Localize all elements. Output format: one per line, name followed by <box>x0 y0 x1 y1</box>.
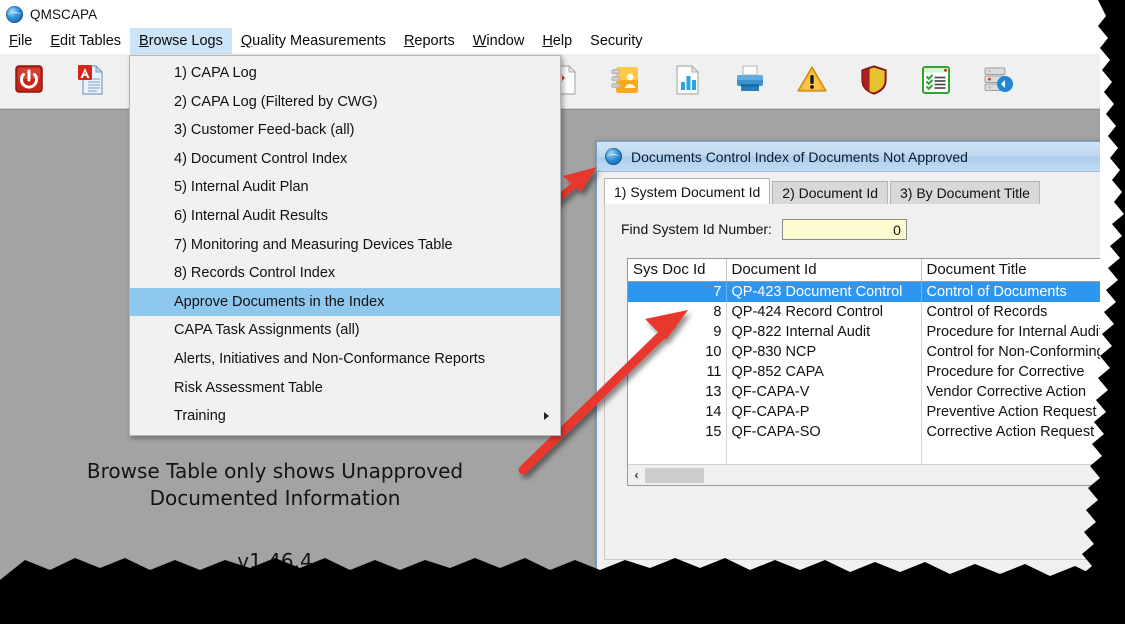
menu-item-internal-audit-results[interactable]: 6) Internal Audit Results <box>130 202 560 231</box>
menu-item-document-control-index[interactable]: 4) Document Control Index <box>130 145 560 174</box>
menu-item-capa-log-filtered[interactable]: 2) CAPA Log (Filtered by CWG) <box>130 88 560 117</box>
application-window: QMSCAPA File Edit Tables Browse Logs Qua… <box>0 0 1100 600</box>
menu-item-internal-audit-plan[interactable]: 5) Internal Audit Plan <box>130 173 560 202</box>
menu-item-training[interactable]: Training <box>130 402 560 431</box>
menu-item-capa-log[interactable]: 1) CAPA Log <box>130 59 560 88</box>
menu-item-records-control-index[interactable]: 8) Records Control Index <box>130 259 560 288</box>
browse-logs-dropdown-menu: 1) CAPA Log 2) CAPA Log (Filtered by CWG… <box>129 55 561 436</box>
submenu-chevron-right-icon <box>544 412 549 421</box>
menu-item-customer-feedback[interactable]: 3) Customer Feed-back (all) <box>130 116 560 145</box>
menu-item-risk-assessment-table[interactable]: Risk Assessment Table <box>130 374 560 403</box>
menu-item-capa-task-assignments[interactable]: CAPA Task Assignments (all) <box>130 316 560 345</box>
menu-item-monitoring-measuring-devices[interactable]: 7) Monitoring and Measuring Devices Tabl… <box>130 231 560 260</box>
menu-item-training-label: Training <box>174 408 226 425</box>
menu-item-approve-documents[interactable]: Approve Documents in the Index <box>130 287 560 317</box>
menu-item-alerts-initiatives[interactable]: Alerts, Initiatives and Non-Conformance … <box>130 345 560 374</box>
